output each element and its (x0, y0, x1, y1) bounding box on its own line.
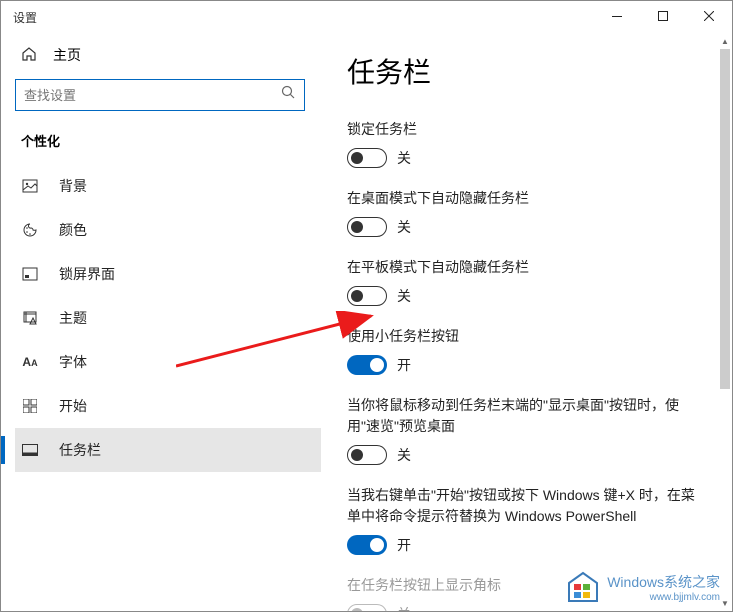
lockscreen-icon (21, 266, 39, 282)
start-icon (21, 399, 39, 413)
title-bar: 设置 (1, 1, 732, 33)
setting-label: 在平板模式下自动隐藏任务栏 (347, 257, 704, 278)
sidebar-item-label: 锁屏界面 (59, 264, 115, 284)
toggle-switch[interactable] (347, 148, 387, 168)
sidebar-item-label: 开始 (59, 396, 87, 416)
themes-icon (21, 310, 39, 326)
watermark-url: www.bjjmlv.com (607, 592, 720, 603)
setting-peek-desktop: 当你将鼠标移动到任务栏末端的"显示桌面"按钮时，使用"速览"预览桌面 关 (347, 395, 704, 465)
close-icon (704, 11, 714, 21)
maximize-button[interactable] (640, 1, 686, 31)
taskbar-icon (21, 444, 39, 456)
toggle-state-text: 关 (397, 217, 411, 237)
toggle-state-text: 关 (397, 148, 411, 168)
page-title: 任务栏 (347, 51, 704, 91)
close-button[interactable] (686, 1, 732, 31)
watermark-logo (565, 569, 601, 605)
toggle-state-text: 开 (397, 535, 411, 555)
toggle-state-text: 关 (397, 286, 411, 306)
setting-label: 当我右键单击"开始"按钮或按下 Windows 键+X 时，在菜单中将命令提示符… (347, 485, 704, 527)
setting-label: 使用小任务栏按钮 (347, 326, 704, 347)
content-area: 主页 个性化 背景 颜色 锁屏界面 主题 (1, 33, 732, 611)
home-link[interactable]: 主页 (15, 41, 321, 79)
setting-lock-taskbar: 锁定任务栏 关 (347, 119, 704, 168)
sidebar-item-label: 主题 (59, 308, 87, 328)
setting-autohide-desktop: 在桌面模式下自动隐藏任务栏 关 (347, 188, 704, 237)
sidebar-item-taskbar[interactable]: 任务栏 (15, 428, 321, 472)
watermark: Windows系统之家 www.bjjmlv.com (565, 569, 720, 605)
picture-icon (21, 178, 39, 194)
sidebar: 主页 个性化 背景 颜色 锁屏界面 主题 (1, 33, 321, 611)
sidebar-item-label: 颜色 (59, 220, 87, 240)
scroll-up-button[interactable]: ▲ (718, 33, 732, 49)
setting-small-buttons: 使用小任务栏按钮 开 (347, 326, 704, 375)
setting-powershell: 当我右键单击"开始"按钮或按下 Windows 键+X 时，在菜单中将命令提示符… (347, 485, 704, 555)
toggle-switch[interactable] (347, 217, 387, 237)
search-input[interactable] (15, 79, 305, 111)
toggle-switch[interactable] (347, 286, 387, 306)
search-field[interactable] (24, 88, 281, 103)
scrollbar-thumb[interactable] (720, 49, 730, 389)
watermark-brand: Windows系统之家 (607, 574, 720, 590)
toggle-switch[interactable] (347, 355, 387, 375)
scroll-down-button[interactable]: ▼ (718, 595, 732, 611)
window-controls (594, 1, 732, 31)
home-icon (21, 46, 37, 65)
toggle-switch (347, 604, 387, 611)
home-label: 主页 (53, 45, 81, 65)
maximize-icon (658, 11, 668, 21)
scrollbar[interactable]: ▲ ▼ (718, 33, 732, 611)
sidebar-item-label: 任务栏 (59, 440, 101, 460)
setting-label: 当你将鼠标移动到任务栏末端的"显示桌面"按钮时，使用"速览"预览桌面 (347, 395, 704, 437)
toggle-switch[interactable] (347, 445, 387, 465)
setting-label: 锁定任务栏 (347, 119, 704, 140)
scrollbar-track[interactable] (718, 49, 732, 595)
section-title: 个性化 (15, 131, 321, 164)
nav-list: 背景 颜色 锁屏界面 主题 AA 字体 开始 (15, 164, 321, 472)
sidebar-item-colors[interactable]: 颜色 (15, 208, 321, 252)
sidebar-item-fonts[interactable]: AA 字体 (15, 340, 321, 384)
toggle-state-text: 开 (397, 355, 411, 375)
setting-label: 在桌面模式下自动隐藏任务栏 (347, 188, 704, 209)
sidebar-item-start[interactable]: 开始 (15, 384, 321, 428)
sidebar-item-label: 字体 (59, 352, 87, 372)
search-icon (281, 85, 296, 105)
toggle-state-text: 关 (397, 445, 411, 465)
minimize-button[interactable] (594, 1, 640, 31)
fonts-icon: AA (21, 355, 39, 369)
sidebar-item-background[interactable]: 背景 (15, 164, 321, 208)
palette-icon (21, 222, 39, 238)
main-panel: 任务栏 锁定任务栏 关 在桌面模式下自动隐藏任务栏 关 在平板模式下自动隐藏任务… (321, 33, 732, 611)
sidebar-item-themes[interactable]: 主题 (15, 296, 321, 340)
window-title: 设置 (13, 9, 37, 26)
minimize-icon (612, 16, 622, 17)
sidebar-item-label: 背景 (59, 176, 87, 196)
sidebar-item-lockscreen[interactable]: 锁屏界面 (15, 252, 321, 296)
toggle-state-text: 关 (397, 604, 411, 611)
setting-autohide-tablet: 在平板模式下自动隐藏任务栏 关 (347, 257, 704, 306)
toggle-switch[interactable] (347, 535, 387, 555)
